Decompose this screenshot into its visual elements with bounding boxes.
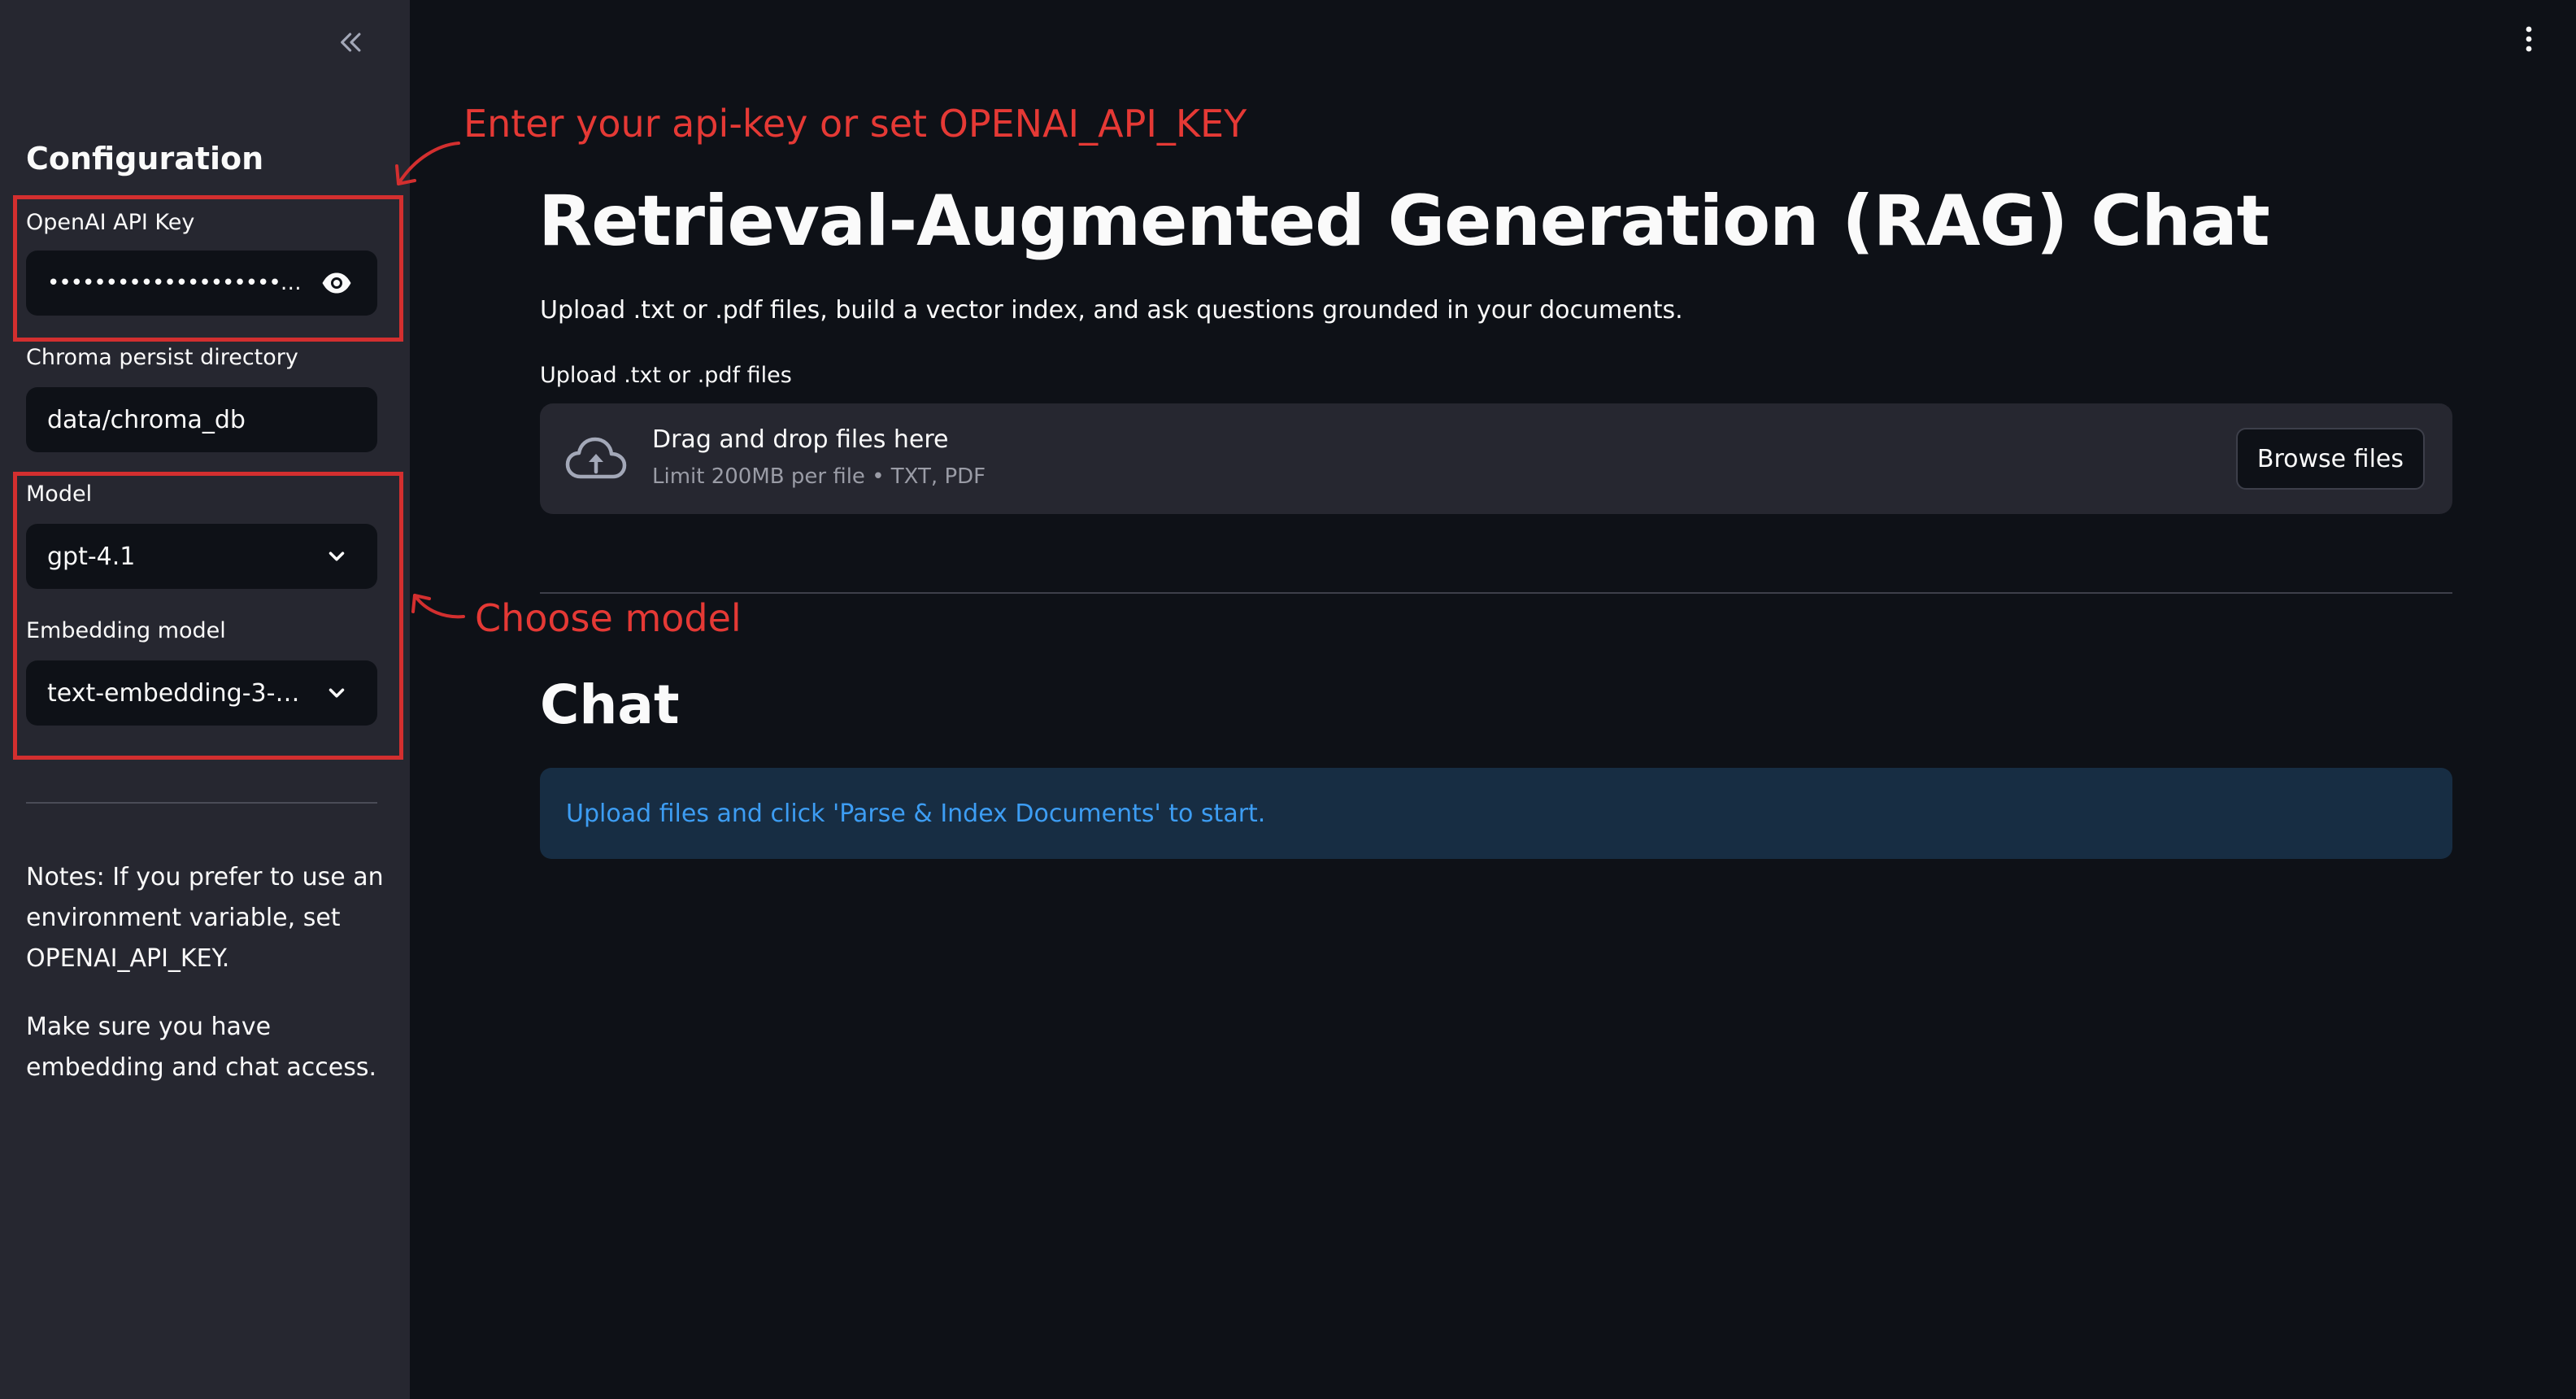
model-annotation-text: Choose model: [475, 596, 742, 640]
dropzone-limit: Limit 200MB per file • TXT, PDF: [652, 464, 986, 489]
app-root: Configuration OpenAI API Key •••••••••••…: [0, 0, 2576, 1399]
sidebar-divider: [26, 802, 377, 804]
chroma-dir-label: Chroma persist directory: [26, 345, 298, 370]
chat-heading: Chat: [540, 673, 680, 736]
model-dropdown-toggle[interactable]: [317, 537, 356, 576]
main-menu-button[interactable]: [2513, 20, 2545, 59]
chroma-dir-value: data/chroma_db: [47, 405, 246, 434]
chevron-down-icon: [329, 551, 345, 561]
chroma-dir-input[interactable]: data/chroma_db: [26, 387, 377, 452]
browse-files-button[interactable]: Browse files: [2235, 428, 2425, 490]
show-password-button[interactable]: [317, 264, 356, 303]
model-label: Model: [26, 482, 93, 507]
double-chevron-left-icon: [341, 33, 361, 52]
embedding-model-select[interactable]: text-embedding-3-s…: [26, 660, 377, 726]
notes-access: Make sure you have embedding and chat ac…: [26, 1013, 376, 1082]
sidebar: Configuration OpenAI API Key •••••••••••…: [0, 0, 410, 1399]
api-key-label: OpenAI API Key: [26, 210, 195, 235]
api-key-value: ••••••••••••••••••••••••: [47, 271, 309, 295]
api-key-annotation-text: Enter your api-key or set OPENAI_API_KEY: [463, 102, 1247, 146]
cloud-upload-icon: [565, 437, 627, 479]
model-value: gpt-4.1: [47, 542, 136, 571]
eye-icon: [322, 272, 351, 294]
vertical-dots-icon: [2526, 26, 2532, 52]
page-description: Upload .txt or .pdf files, build a vecto…: [540, 296, 1683, 325]
model-select[interactable]: gpt-4.1: [26, 524, 377, 589]
embedding-model-label: Embedding model: [26, 618, 226, 643]
page-title: Retrieval-Augmented Generation (RAG) Cha…: [538, 181, 2270, 262]
info-alert-text: Upload files and click 'Parse & Index Do…: [566, 799, 1266, 828]
dropzone-instruction: Drag and drop files here: [652, 425, 949, 454]
collapse-sidebar-button[interactable]: [332, 23, 371, 62]
annotation-arrow-icon: [411, 594, 465, 619]
embedding-model-value: text-embedding-3-s…: [47, 678, 309, 708]
main-divider: [540, 592, 2452, 594]
uploader-label: Upload .txt or .pdf files: [540, 363, 792, 388]
api-key-field[interactable]: ••••••••••••••••••••••••: [26, 251, 377, 316]
embedding-dropdown-toggle[interactable]: [317, 673, 356, 713]
chevron-down-icon: [329, 688, 345, 698]
file-dropzone[interactable]: Drag and drop files here Limit 200MB per…: [540, 403, 2452, 514]
sidebar-title: Configuration: [26, 141, 264, 177]
notes-env-var: Notes: If you prefer to use an environme…: [26, 863, 384, 973]
info-alert: Upload files and click 'Parse & Index Do…: [540, 768, 2452, 859]
